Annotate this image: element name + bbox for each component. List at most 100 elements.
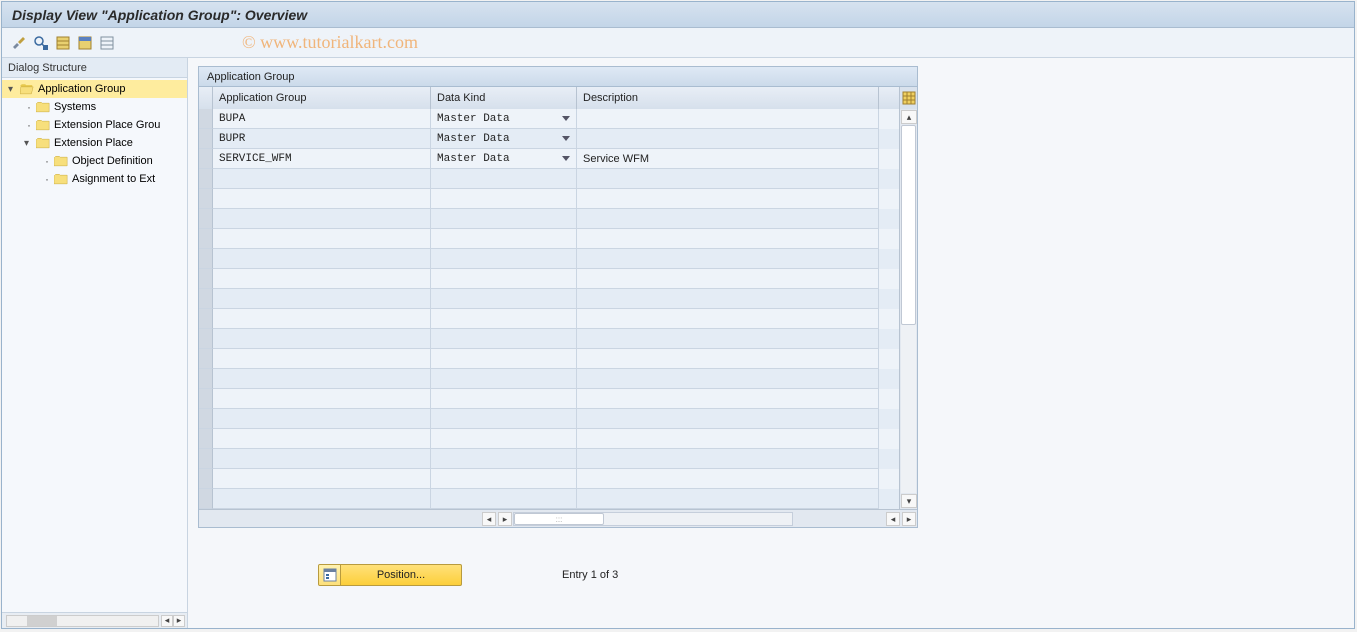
cell-application-group[interactable]	[213, 349, 431, 369]
table-row[interactable]	[199, 289, 899, 309]
cell-description[interactable]	[577, 249, 879, 269]
scroll-up-icon[interactable]: ▴	[901, 110, 917, 124]
row-selector[interactable]	[199, 209, 213, 229]
scroll-down-icon[interactable]: ▾	[901, 494, 917, 508]
cell-description[interactable]	[577, 429, 879, 449]
row-selector[interactable]	[199, 349, 213, 369]
cell-data-kind-dropdown[interactable]	[431, 269, 577, 289]
select-all-icon[interactable]	[54, 34, 72, 52]
cell-application-group[interactable]	[213, 209, 431, 229]
row-selector[interactable]	[199, 289, 213, 309]
table-row[interactable]	[199, 389, 899, 409]
column-header-data-kind[interactable]: Data Kind	[431, 87, 577, 109]
row-selector[interactable]	[199, 149, 213, 169]
cell-application-group[interactable]	[213, 249, 431, 269]
cell-description[interactable]	[577, 169, 879, 189]
grid-horizontal-scrollbar[interactable]: ◂ ▸ ::: ◂ ▸	[199, 509, 917, 527]
row-selector[interactable]	[199, 329, 213, 349]
table-row[interactable]	[199, 469, 899, 489]
cell-application-group[interactable]: BUPR	[213, 129, 431, 149]
table-row[interactable]	[199, 349, 899, 369]
row-selector[interactable]	[199, 429, 213, 449]
row-selector[interactable]	[199, 169, 213, 189]
cell-description[interactable]	[577, 329, 879, 349]
table-settings-button[interactable]	[899, 87, 917, 109]
cell-application-group[interactable]	[213, 489, 431, 509]
scroll-right-icon[interactable]: ▸	[173, 615, 185, 627]
cell-application-group[interactable]	[213, 229, 431, 249]
cell-description[interactable]	[577, 409, 879, 429]
select-block-icon[interactable]	[76, 34, 94, 52]
cell-application-group[interactable]	[213, 469, 431, 489]
table-row[interactable]	[199, 329, 899, 349]
cell-data-kind-dropdown[interactable]	[431, 189, 577, 209]
row-selector[interactable]	[199, 269, 213, 289]
cell-application-group[interactable]	[213, 169, 431, 189]
cell-data-kind-dropdown[interactable]	[431, 489, 577, 509]
expand-toggle-icon[interactable]: ▾	[8, 84, 18, 95]
cell-data-kind-dropdown[interactable]	[431, 469, 577, 489]
table-row[interactable]	[199, 189, 899, 209]
cell-data-kind-dropdown[interactable]	[431, 389, 577, 409]
cell-description[interactable]	[577, 109, 879, 129]
row-selector[interactable]	[199, 389, 213, 409]
cell-description[interactable]	[577, 389, 879, 409]
row-selector[interactable]	[199, 469, 213, 489]
cell-data-kind-dropdown[interactable]	[431, 329, 577, 349]
table-row[interactable]	[199, 409, 899, 429]
cell-description[interactable]	[577, 489, 879, 509]
table-row[interactable]	[199, 369, 899, 389]
toggle-display-change-icon[interactable]	[10, 34, 28, 52]
cell-description[interactable]	[577, 229, 879, 249]
cell-data-kind-dropdown[interactable]: Master Data	[431, 129, 577, 149]
table-row[interactable]	[199, 309, 899, 329]
tree-node-object-definition[interactable]: · Object Definition	[2, 152, 187, 170]
table-row[interactable]	[199, 429, 899, 449]
row-selector[interactable]	[199, 489, 213, 509]
scrollbar-thumb[interactable]	[901, 125, 916, 325]
row-selector[interactable]	[199, 109, 213, 129]
table-row[interactable]	[199, 249, 899, 269]
tree-node-assignment-to-ext[interactable]: · Asignment to Ext	[2, 170, 187, 188]
cell-data-kind-dropdown[interactable]	[431, 409, 577, 429]
cell-data-kind-dropdown[interactable]	[431, 449, 577, 469]
cell-description[interactable]	[577, 309, 879, 329]
table-row[interactable]	[199, 449, 899, 469]
cell-data-kind-dropdown[interactable]	[431, 169, 577, 189]
cell-data-kind-dropdown[interactable]	[431, 309, 577, 329]
cell-application-group[interactable]	[213, 369, 431, 389]
row-selector[interactable]	[199, 129, 213, 149]
scrollbar-thumb[interactable]	[27, 616, 57, 626]
scroll-left-icon[interactable]: ◂	[482, 512, 496, 526]
cell-description[interactable]	[577, 269, 879, 289]
cell-description[interactable]	[577, 289, 879, 309]
tree-node-extension-place[interactable]: ▾ Extension Place	[2, 134, 187, 152]
table-row[interactable]	[199, 169, 899, 189]
cell-application-group[interactable]	[213, 309, 431, 329]
cell-description[interactable]	[577, 449, 879, 469]
sidebar-horizontal-scrollbar[interactable]: ◂ ▸	[2, 612, 187, 628]
cell-data-kind-dropdown[interactable]: Master Data	[431, 109, 577, 129]
tree-node-extension-place-group[interactable]: · Extension Place Grou	[2, 116, 187, 134]
expand-all-icon[interactable]	[32, 34, 50, 52]
expand-toggle-icon[interactable]: ▾	[24, 138, 34, 149]
cell-description[interactable]	[577, 129, 879, 149]
scroll-left-icon[interactable]: ◂	[886, 512, 900, 526]
table-row[interactable]: SERVICE_WFMMaster DataService WFM	[199, 149, 899, 169]
cell-application-group[interactable]	[213, 329, 431, 349]
row-selector[interactable]	[199, 369, 213, 389]
cell-data-kind-dropdown[interactable]	[431, 209, 577, 229]
row-selector[interactable]	[199, 249, 213, 269]
tree-node-systems[interactable]: · Systems	[2, 98, 187, 116]
row-selector[interactable]	[199, 409, 213, 429]
row-selector[interactable]	[199, 229, 213, 249]
cell-application-group[interactable]: SERVICE_WFM	[213, 149, 431, 169]
row-selector-header[interactable]	[199, 87, 213, 109]
grid-vertical-scrollbar[interactable]: ▴ ▾	[899, 109, 917, 509]
cell-data-kind-dropdown[interactable]	[431, 229, 577, 249]
cell-application-group[interactable]	[213, 449, 431, 469]
cell-data-kind-dropdown[interactable]	[431, 349, 577, 369]
deselect-all-icon[interactable]	[98, 34, 116, 52]
table-row[interactable]: BUPRMaster Data	[199, 129, 899, 149]
position-button[interactable]: Position...	[318, 564, 462, 586]
